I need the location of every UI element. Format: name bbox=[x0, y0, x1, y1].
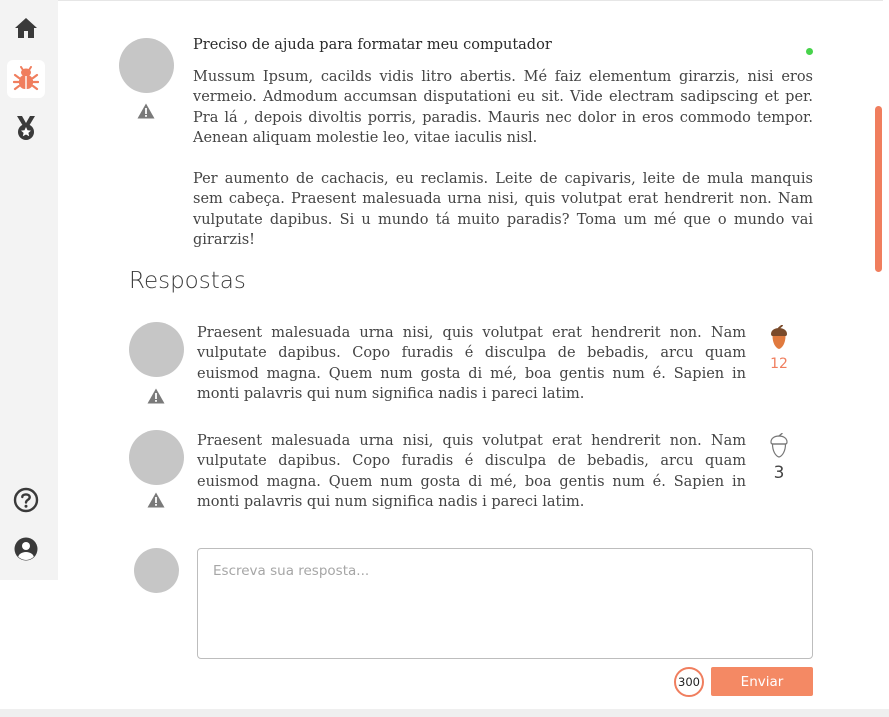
acorn-vote-outline-icon[interactable] bbox=[767, 432, 791, 463]
answers-heading: Respostas bbox=[129, 268, 246, 294]
sidebar-item-home[interactable] bbox=[7, 9, 45, 47]
scrollbar-thumb[interactable] bbox=[875, 106, 882, 272]
vote-count: 12 bbox=[770, 356, 788, 372]
answer-author-avatar[interactable] bbox=[129, 322, 184, 377]
sidebar-item-profile[interactable] bbox=[7, 530, 45, 568]
report-answer-icon[interactable] bbox=[147, 492, 165, 512]
question-paragraph: Mussum Ipsum, cacilds vidis litro aberti… bbox=[193, 69, 813, 146]
question-author-avatar[interactable] bbox=[119, 38, 174, 93]
scrollbar-track[interactable] bbox=[873, 12, 883, 578]
home-icon bbox=[14, 17, 38, 39]
sidebar-item-bugs[interactable] bbox=[7, 60, 45, 98]
help-icon bbox=[13, 487, 39, 513]
answer-text: Praesent malesuada urna nisi, quis volut… bbox=[197, 325, 746, 402]
sidebar-item-ranking[interactable] bbox=[7, 109, 45, 147]
question-paragraph: Per aumento de cachacis, eu reclamis. Le… bbox=[193, 171, 813, 248]
vote-count: 3 bbox=[773, 463, 785, 483]
bug-icon bbox=[13, 66, 39, 92]
sidebar bbox=[0, 0, 58, 580]
acorn-vote-filled-icon[interactable] bbox=[767, 324, 791, 355]
send-button[interactable]: Enviar bbox=[711, 667, 813, 696]
report-question-icon[interactable] bbox=[137, 103, 155, 123]
sidebar-item-help[interactable] bbox=[7, 481, 45, 519]
question-title: Preciso de ajuda para formatar meu compu… bbox=[193, 37, 552, 53]
report-answer-icon[interactable] bbox=[147, 388, 165, 408]
answer-author-avatar[interactable] bbox=[129, 430, 184, 485]
reply-input[interactable] bbox=[197, 548, 813, 659]
medal-icon bbox=[14, 115, 38, 141]
answer-text: Praesent malesuada urna nisi, quis volut… bbox=[197, 433, 746, 510]
current-user-avatar bbox=[134, 548, 179, 593]
char-counter: 300 bbox=[674, 667, 704, 697]
user-icon bbox=[13, 536, 39, 562]
online-status-indicator bbox=[806, 48, 813, 55]
bottom-strip bbox=[0, 709, 889, 717]
